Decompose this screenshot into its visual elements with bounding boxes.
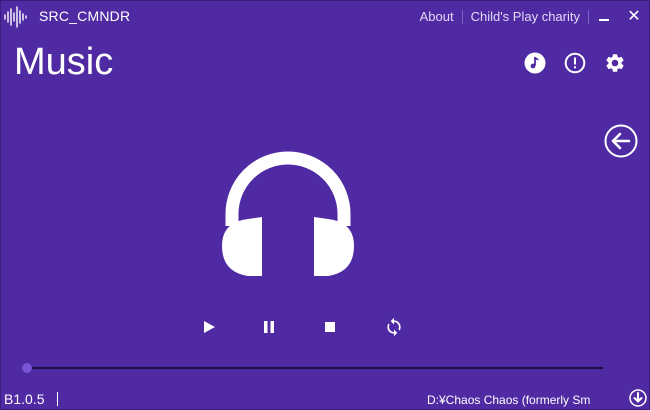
- alert-icon: [564, 52, 586, 74]
- back-button[interactable]: [604, 124, 638, 158]
- close-icon: ✕: [627, 7, 641, 25]
- charity-link[interactable]: Child's Play charity: [463, 9, 588, 24]
- close-button[interactable]: ✕: [619, 1, 649, 32]
- pause-icon: [264, 321, 274, 333]
- headphones-icon: [222, 151, 354, 276]
- stop-button[interactable]: [316, 313, 344, 341]
- status-divider: [57, 392, 58, 406]
- gear-icon: [606, 54, 624, 72]
- minimize-button[interactable]: [589, 1, 619, 32]
- repeat-icon: [387, 317, 401, 337]
- seek-bar[interactable]: [22, 363, 603, 373]
- seek-track: [25, 367, 603, 369]
- file-path-label: D:¥Chaos Chaos (formerly Sm: [427, 393, 591, 407]
- version-label: B1.0.5: [4, 391, 45, 407]
- music-button[interactable]: [523, 51, 547, 75]
- music-note-icon: [524, 52, 546, 74]
- settings-button[interactable]: [603, 51, 627, 75]
- minimize-icon: [599, 18, 609, 21]
- repeat-button[interactable]: [380, 313, 408, 341]
- playback-controls: [195, 313, 415, 341]
- title-links: About Child's Play charity ✕: [412, 1, 649, 32]
- play-icon: [204, 321, 215, 333]
- waveform-logo-icon: [4, 6, 27, 28]
- top-toolbar: [523, 51, 627, 75]
- page-title: Music: [14, 41, 114, 83]
- app-title: SRC_CMNDR: [39, 8, 131, 24]
- download-icon: [629, 389, 647, 407]
- stop-icon: [325, 322, 335, 332]
- alert-button[interactable]: [563, 51, 587, 75]
- app-window: SRC_CMNDR About Child's Play charity ✕ M…: [0, 0, 650, 410]
- play-button[interactable]: [195, 313, 223, 341]
- pause-button[interactable]: [255, 313, 283, 341]
- title-bar: SRC_CMNDR About Child's Play charity ✕: [1, 1, 649, 32]
- download-button[interactable]: [629, 389, 647, 407]
- arrow-left-icon: [604, 124, 638, 158]
- about-link[interactable]: About: [412, 9, 462, 24]
- seek-thumb[interactable]: [22, 363, 32, 373]
